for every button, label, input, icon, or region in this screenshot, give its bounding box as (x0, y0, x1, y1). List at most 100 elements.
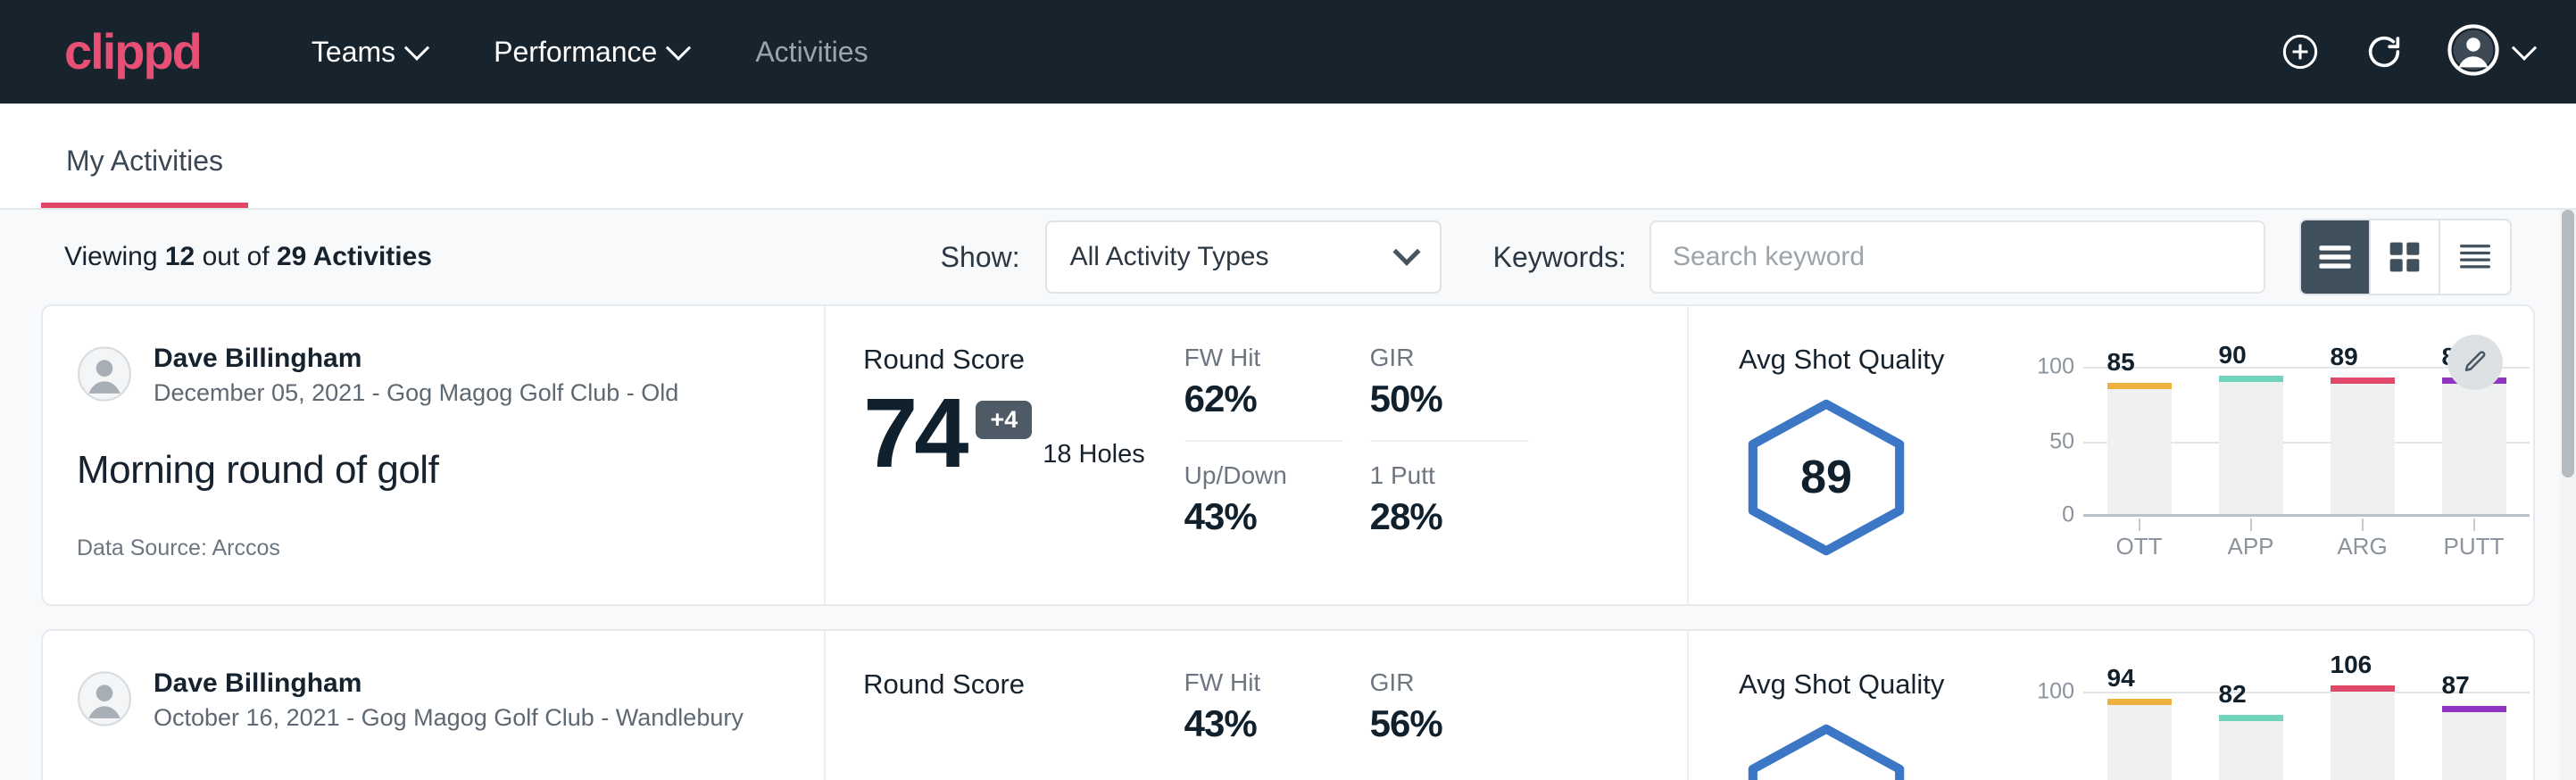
chart-y-axis: 100 (2033, 692, 2082, 780)
activity-type-select[interactable]: All Activity Types (1045, 220, 1442, 294)
chevron-down-icon (404, 36, 429, 61)
bar-slot-app: 90 (2195, 367, 2306, 514)
stat-gir-value: 50% (1370, 378, 1529, 420)
avg-shot-quality-section: Avg Shot Quality 100 (1689, 631, 2533, 780)
activity-card[interactable]: Dave Billingham December 05, 2021 - Gog … (41, 304, 2535, 606)
filter-bar: Viewing 12 out of 29 Activities Show: Al… (41, 210, 2535, 304)
chart-bars: 85 90 89 (2083, 367, 2530, 514)
x-tick-arg (2362, 519, 2364, 531)
brand-logo[interactable]: clippd (64, 27, 201, 77)
x-tick-ott (2139, 519, 2140, 531)
round-score-row: 74 +4 18 Holes (863, 388, 1183, 478)
y-tick-0: 0 (2062, 502, 2074, 528)
quality-hex-block: Avg Shot Quality (1739, 668, 2033, 780)
chart-x-labels: OTT APP ARG PUTT (2083, 533, 2530, 560)
plus-circle-icon[interactable] (2280, 31, 2321, 72)
filter-controls: Show: All Activity Types Keywords: (941, 219, 2512, 295)
tab-my-activities[interactable]: My Activities (41, 145, 248, 208)
bar-value-ott: 85 (2107, 348, 2135, 377)
activity-user: Dave Billingham October 16, 2021 - Gog M… (77, 667, 788, 735)
activity-meta: October 16, 2021 - Gog Magog Golf Club -… (154, 701, 744, 735)
nav-item-performance-label: Performance (494, 36, 657, 69)
activity-user: Dave Billingham December 05, 2021 - Gog … (77, 342, 788, 411)
bar-value-arg: 89 (2331, 343, 2358, 371)
bar-arg: 106 (2331, 692, 2395, 780)
quality-hexagon: 89 (1739, 397, 1914, 558)
user-avatar-icon (2447, 24, 2499, 80)
x-tick-putt (2473, 519, 2475, 531)
stat-one-putt-value: 28% (1370, 495, 1529, 538)
x-label-ott: OTT (2083, 533, 2195, 560)
y-tick-50: 50 (2049, 429, 2074, 455)
bar-slot-putt: 87 (2418, 692, 2530, 780)
avg-shot-quality-label: Avg Shot Quality (1739, 668, 2033, 701)
list-view-button[interactable] (2301, 220, 2371, 294)
bar-slot-app: 82 (2195, 692, 2306, 780)
avatar (77, 346, 132, 406)
stat-gir-value: 56% (1370, 702, 1529, 745)
chart-y-axis: 100 50 0 (2033, 367, 2082, 517)
avg-shot-quality-label: Avg Shot Quality (1739, 344, 2033, 376)
bar-slot-arg: 89 (2306, 367, 2418, 514)
bar-ott: 94 (2107, 705, 2172, 780)
bar-slot-ott: 94 (2083, 692, 2195, 780)
shot-quality-chart: 100 94 82 (2033, 692, 2533, 780)
activity-user-text: Dave Billingham December 05, 2021 - Gog … (154, 342, 678, 411)
nav-item-performance[interactable]: Performance (460, 36, 721, 69)
chart-plot-area: 94 82 106 (2083, 692, 2530, 780)
view-toggle-group (2299, 219, 2512, 295)
bar-value-putt: 87 (2442, 671, 2470, 700)
nav-item-teams-label: Teams (312, 36, 395, 69)
viewing-total: 29 Activities (277, 242, 432, 271)
activity-user-name: Dave Billingham (154, 667, 744, 701)
bar-slot-arg: 106 (2306, 692, 2418, 780)
viewing-count: 12 (165, 242, 195, 271)
activity-info: Dave Billingham December 05, 2021 - Gog … (43, 306, 826, 604)
x-tick-app (2250, 519, 2252, 531)
nav-item-teams[interactable]: Teams (278, 36, 460, 69)
keywords-label: Keywords: (1493, 241, 1626, 274)
stat-one-putt: 1 Putt 28% (1370, 440, 1529, 538)
scrollbar-thumb[interactable] (2562, 210, 2574, 477)
content-scrollbar[interactable] (2560, 210, 2576, 780)
bar-cap-app (2219, 376, 2283, 382)
holes-played: 18 Holes (1043, 440, 1144, 478)
chevron-down-icon (1392, 238, 1420, 266)
round-score-value: 74 (863, 388, 965, 478)
nav-item-activities[interactable]: Activities (721, 36, 902, 69)
round-score-label: Round Score (863, 668, 1183, 701)
bar-putt: 87 (2442, 712, 2506, 780)
stat-fw-hit-value: 62% (1184, 378, 1343, 420)
search-input[interactable] (1649, 220, 2265, 294)
activity-title: Morning round of golf (77, 448, 788, 493)
compact-view-button[interactable] (2440, 220, 2510, 294)
x-label-app: APP (2195, 533, 2306, 560)
round-score-section: Round Score 74 +4 18 Holes (826, 306, 1183, 604)
user-menu[interactable] (2447, 24, 2533, 80)
bar-app: 82 (2219, 721, 2283, 780)
y-tick-100: 100 (2037, 354, 2074, 380)
activity-card[interactable]: Dave Billingham October 16, 2021 - Gog M… (41, 629, 2535, 780)
score-differential-badge: +4 (976, 401, 1032, 439)
avg-shot-quality-value: 89 (1739, 451, 1914, 504)
edit-activity-button[interactable] (2447, 335, 2503, 390)
grid-view-button[interactable] (2371, 220, 2440, 294)
stat-fw-hit-value: 43% (1184, 702, 1343, 745)
x-label-putt: PUTT (2418, 533, 2530, 560)
bar-app: 90 (2219, 382, 2283, 514)
round-score-section: Round Score (826, 631, 1183, 780)
bar-cap-arg (2331, 685, 2395, 692)
stat-gir-label: GIR (1370, 668, 1529, 697)
activity-user-text: Dave Billingham October 16, 2021 - Gog M… (154, 667, 744, 735)
refresh-icon[interactable] (2364, 31, 2405, 72)
bar-value-arg: 106 (2331, 651, 2372, 679)
quality-hexagon (1739, 722, 1914, 780)
tab-bar: My Activities (0, 104, 2576, 210)
stat-up-down-label: Up/Down (1184, 461, 1343, 490)
round-stats: FW Hit 62% GIR 50% Up/Down 43% 1 Putt 28… (1183, 306, 1689, 604)
activity-user-name: Dave Billingham (154, 342, 678, 376)
stat-fw-hit-label: FW Hit (1184, 344, 1343, 372)
bar-slot-ott: 85 (2083, 367, 2195, 514)
viewing-summary: Viewing 12 out of 29 Activities (64, 242, 432, 272)
activity-info: Dave Billingham October 16, 2021 - Gog M… (43, 631, 826, 780)
